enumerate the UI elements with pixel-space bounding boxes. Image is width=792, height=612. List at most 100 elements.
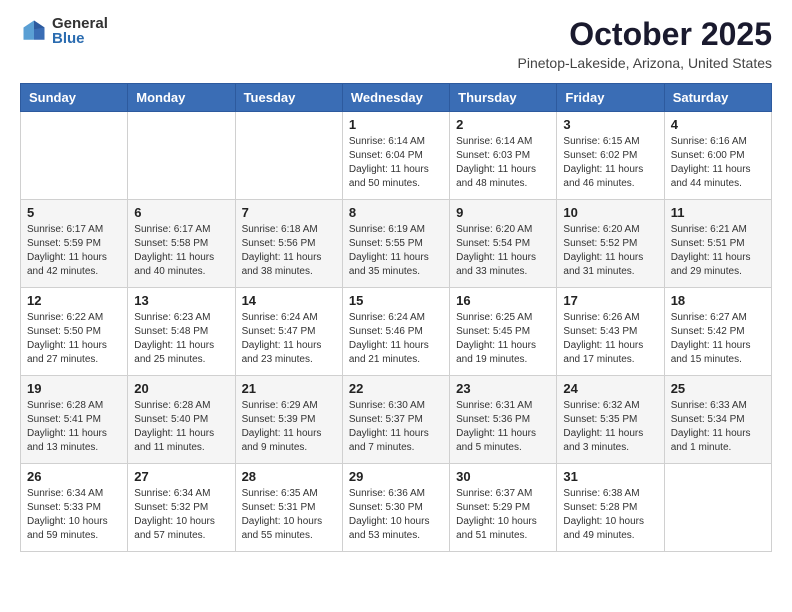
day-info: Sunrise: 6:28 AM Sunset: 5:40 PM Dayligh… <box>134 399 228 455</box>
day-info: Sunrise: 6:16 AM Sunset: 6:00 PM Dayligh… <box>671 135 765 191</box>
calendar-week-row: 1 Sunrise: 6:14 AM Sunset: 6:04 PM Daylig… <box>21 112 772 200</box>
header-thursday: Thursday <box>450 84 557 112</box>
day-number: 30 <box>456 469 550 484</box>
title-block: October 2025 Pinetop-Lakeside, Arizona, … <box>518 16 773 71</box>
table-row: 5Sunrise: 6:17 AM Sunset: 5:59 PM Daylig… <box>21 200 128 288</box>
calendar-week-row: 26 Sunrise: 6:34 AM Sunset: 5:33 PM Dayli… <box>21 464 772 552</box>
day-info: Sunrise: 6:24 AM Sunset: 5:47 PM Dayligh… <box>242 311 336 367</box>
table-row: 15Sunrise: 6:24 AM Sunset: 5:46 PM Dayli… <box>342 288 449 376</box>
header: General Blue October 2025 Pinetop-Lakesi… <box>20 16 772 71</box>
logo-blue-label: Blue <box>52 31 108 46</box>
table-row: 11 Sunrise: 6:21 AM Sunset: 5:51 PM Dayli… <box>664 200 771 288</box>
logo-general-label: General <box>52 16 108 31</box>
day-number: 17 <box>563 293 657 308</box>
table-row: 27 Sunrise: 6:34 AM Sunset: 5:32 PM Dayli… <box>128 464 235 552</box>
calendar-header-row: Sunday Monday Tuesday Wednesday Thursday… <box>21 84 772 112</box>
day-number: 3 <box>563 117 657 132</box>
table-row: 10 Sunrise: 6:20 AM Sunset: 5:52 PM Dayli… <box>557 200 664 288</box>
day-info: Sunrise: 6:37 AM Sunset: 5:29 PM Dayligh… <box>456 487 550 543</box>
day-number: 12 <box>27 293 121 308</box>
day-info: Sunrise: 6:34 AM Sunset: 5:33 PM Dayligh… <box>27 487 121 543</box>
table-row: 13 Sunrise: 6:23 AM Sunset: 5:48 PM Dayli… <box>128 288 235 376</box>
day-number: 26 <box>27 469 121 484</box>
day-number: 8 <box>349 205 443 220</box>
location-label: Pinetop-Lakeside, Arizona, United States <box>518 55 773 71</box>
day-number: 18 <box>671 293 765 308</box>
day-info: Sunrise: 6:21 AM Sunset: 5:51 PM Dayligh… <box>671 223 765 279</box>
table-row: 16Sunrise: 6:25 AM Sunset: 5:45 PM Dayli… <box>450 288 557 376</box>
table-row: 28Sunrise: 6:35 AM Sunset: 5:31 PM Dayli… <box>235 464 342 552</box>
day-number: 11 <box>671 205 765 220</box>
page: General Blue October 2025 Pinetop-Lakesi… <box>0 0 792 568</box>
day-info: Sunrise: 6:17 AM Sunset: 5:58 PM Dayligh… <box>134 223 228 279</box>
day-number: 6 <box>134 205 228 220</box>
table-row: 6 Sunrise: 6:17 AM Sunset: 5:58 PM Daylig… <box>128 200 235 288</box>
header-monday: Monday <box>128 84 235 112</box>
header-saturday: Saturday <box>664 84 771 112</box>
day-number: 7 <box>242 205 336 220</box>
day-info: Sunrise: 6:14 AM Sunset: 6:04 PM Dayligh… <box>349 135 443 191</box>
table-row: 4 Sunrise: 6:16 AM Sunset: 6:00 PM Daylig… <box>664 112 771 200</box>
day-info: Sunrise: 6:34 AM Sunset: 5:32 PM Dayligh… <box>134 487 228 543</box>
calendar-week-row: 19Sunrise: 6:28 AM Sunset: 5:41 PM Dayli… <box>21 376 772 464</box>
day-info: Sunrise: 6:20 AM Sunset: 5:52 PM Dayligh… <box>563 223 657 279</box>
calendar-table: Sunday Monday Tuesday Wednesday Thursday… <box>20 83 772 552</box>
header-sunday: Sunday <box>21 84 128 112</box>
table-row <box>128 112 235 200</box>
day-number: 15 <box>349 293 443 308</box>
day-info: Sunrise: 6:18 AM Sunset: 5:56 PM Dayligh… <box>242 223 336 279</box>
logo-icon <box>20 17 48 45</box>
table-row: 8Sunrise: 6:19 AM Sunset: 5:55 PM Daylig… <box>342 200 449 288</box>
table-row: 26 Sunrise: 6:34 AM Sunset: 5:33 PM Dayli… <box>21 464 128 552</box>
day-number: 16 <box>456 293 550 308</box>
day-number: 20 <box>134 381 228 396</box>
table-row <box>235 112 342 200</box>
day-info: Sunrise: 6:26 AM Sunset: 5:43 PM Dayligh… <box>563 311 657 367</box>
day-info: Sunrise: 6:15 AM Sunset: 6:02 PM Dayligh… <box>563 135 657 191</box>
table-row: 19Sunrise: 6:28 AM Sunset: 5:41 PM Dayli… <box>21 376 128 464</box>
day-number: 22 <box>349 381 443 396</box>
day-number: 14 <box>242 293 336 308</box>
day-number: 29 <box>349 469 443 484</box>
table-row: 25Sunrise: 6:33 AM Sunset: 5:34 PM Dayli… <box>664 376 771 464</box>
table-row: 23 Sunrise: 6:31 AM Sunset: 5:36 PM Dayli… <box>450 376 557 464</box>
table-row: 20 Sunrise: 6:28 AM Sunset: 5:40 PM Dayli… <box>128 376 235 464</box>
calendar-week-row: 5Sunrise: 6:17 AM Sunset: 5:59 PM Daylig… <box>21 200 772 288</box>
table-row: 14 Sunrise: 6:24 AM Sunset: 5:47 PM Dayli… <box>235 288 342 376</box>
day-number: 9 <box>456 205 550 220</box>
table-row <box>664 464 771 552</box>
table-row: 9Sunrise: 6:20 AM Sunset: 5:54 PM Daylig… <box>450 200 557 288</box>
table-row: 7 Sunrise: 6:18 AM Sunset: 5:56 PM Daylig… <box>235 200 342 288</box>
table-row: 29 Sunrise: 6:36 AM Sunset: 5:30 PM Dayli… <box>342 464 449 552</box>
day-number: 21 <box>242 381 336 396</box>
day-info: Sunrise: 6:33 AM Sunset: 5:34 PM Dayligh… <box>671 399 765 455</box>
day-info: Sunrise: 6:35 AM Sunset: 5:31 PM Dayligh… <box>242 487 336 543</box>
day-number: 23 <box>456 381 550 396</box>
header-friday: Friday <box>557 84 664 112</box>
day-number: 5 <box>27 205 121 220</box>
day-info: Sunrise: 6:27 AM Sunset: 5:42 PM Dayligh… <box>671 311 765 367</box>
calendar-week-row: 12 Sunrise: 6:22 AM Sunset: 5:50 PM Dayli… <box>21 288 772 376</box>
day-number: 1 <box>349 117 443 132</box>
day-info: Sunrise: 6:22 AM Sunset: 5:50 PM Dayligh… <box>27 311 121 367</box>
table-row: 22Sunrise: 6:30 AM Sunset: 5:37 PM Dayli… <box>342 376 449 464</box>
table-row: 21 Sunrise: 6:29 AM Sunset: 5:39 PM Dayli… <box>235 376 342 464</box>
day-info: Sunrise: 6:29 AM Sunset: 5:39 PM Dayligh… <box>242 399 336 455</box>
day-number: 10 <box>563 205 657 220</box>
day-info: Sunrise: 6:32 AM Sunset: 5:35 PM Dayligh… <box>563 399 657 455</box>
day-number: 2 <box>456 117 550 132</box>
day-info: Sunrise: 6:38 AM Sunset: 5:28 PM Dayligh… <box>563 487 657 543</box>
table-row: 17 Sunrise: 6:26 AM Sunset: 5:43 PM Dayli… <box>557 288 664 376</box>
day-info: Sunrise: 6:23 AM Sunset: 5:48 PM Dayligh… <box>134 311 228 367</box>
day-info: Sunrise: 6:31 AM Sunset: 5:36 PM Dayligh… <box>456 399 550 455</box>
day-number: 4 <box>671 117 765 132</box>
table-row <box>21 112 128 200</box>
table-row: 31Sunrise: 6:38 AM Sunset: 5:28 PM Dayli… <box>557 464 664 552</box>
header-wednesday: Wednesday <box>342 84 449 112</box>
day-info: Sunrise: 6:36 AM Sunset: 5:30 PM Dayligh… <box>349 487 443 543</box>
day-number: 27 <box>134 469 228 484</box>
day-number: 13 <box>134 293 228 308</box>
table-row: 24 Sunrise: 6:32 AM Sunset: 5:35 PM Dayli… <box>557 376 664 464</box>
day-number: 24 <box>563 381 657 396</box>
table-row: 18 Sunrise: 6:27 AM Sunset: 5:42 PM Dayli… <box>664 288 771 376</box>
